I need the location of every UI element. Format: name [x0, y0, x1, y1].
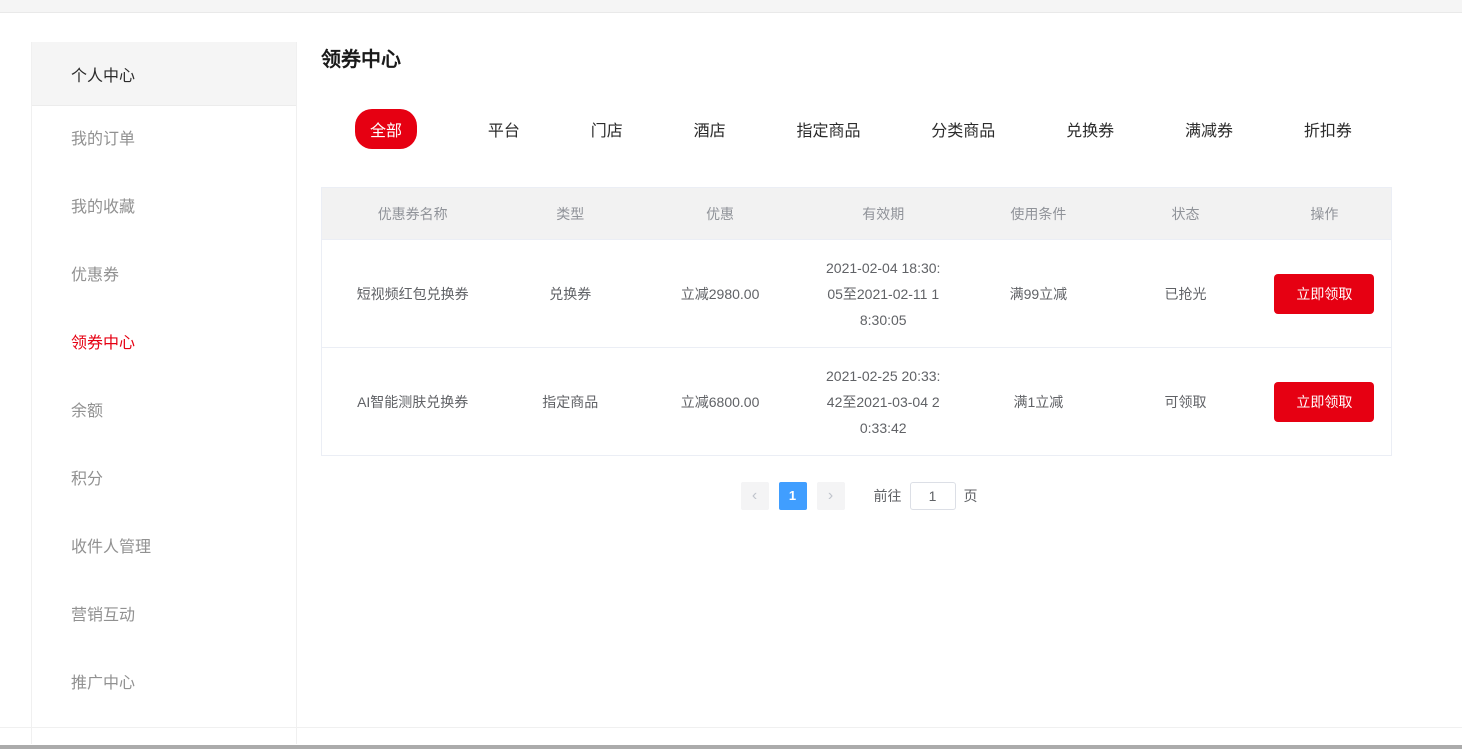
- coupon-condition: 满99立减: [963, 240, 1113, 348]
- tab-platform[interactable]: 平台: [488, 117, 520, 141]
- pagination: ‹ 1 › 前往 页: [321, 482, 1392, 510]
- sidebar-item-promotion-center[interactable]: 推广中心: [32, 650, 296, 718]
- page-number-button[interactable]: 1: [779, 482, 807, 510]
- coupon-name: AI智能测肤兑换券: [322, 348, 504, 456]
- page-title: 领券中心: [321, 48, 1392, 72]
- column-header-validity: 有效期: [803, 188, 964, 240]
- claim-now-button[interactable]: 立即领取: [1274, 382, 1374, 422]
- sidebar-item-points[interactable]: 积分: [32, 446, 296, 514]
- column-header-condition: 使用条件: [963, 188, 1113, 240]
- sidebar-item-recipient-management[interactable]: 收件人管理: [32, 514, 296, 582]
- sidebar-item-marketing-interaction[interactable]: 营销互动: [32, 582, 296, 650]
- tab-store[interactable]: 门店: [591, 117, 623, 141]
- tab-category-goods[interactable]: 分类商品: [931, 117, 995, 141]
- tab-discount-coupon[interactable]: 折扣券: [1304, 117, 1352, 141]
- prev-page-button[interactable]: ‹: [741, 482, 769, 510]
- tab-full-reduction-coupon[interactable]: 满减券: [1185, 117, 1233, 141]
- chevron-left-icon: ‹: [752, 482, 757, 510]
- table-header-row: 优惠券名称 类型 优惠 有效期 使用条件 状态 操作: [322, 188, 1392, 240]
- tab-all[interactable]: 全部: [355, 109, 417, 149]
- page-unit-label: 页: [964, 486, 978, 506]
- coupon-type: 兑换券: [503, 240, 637, 348]
- goto-label: 前往: [874, 486, 902, 506]
- coupon-status: 可领取: [1113, 348, 1257, 456]
- tab-specified-goods[interactable]: 指定商品: [796, 117, 860, 141]
- coupon-validity: 2021-02-04 18:30:05至2021-02-11 18:30:05: [826, 255, 941, 333]
- coupon-name: 短视频红包兑换券: [322, 240, 504, 348]
- chevron-right-icon: ›: [828, 482, 833, 510]
- table-row: AI智能测肤兑换券 指定商品 立减6800.00 2021-02-25 20:3…: [322, 348, 1392, 456]
- coupon-condition: 满1立减: [963, 348, 1113, 456]
- coupon-table: 优惠券名称 类型 优惠 有效期 使用条件 状态 操作 短视频红包兑换券 兑换券 …: [321, 187, 1392, 456]
- top-bar: [0, 0, 1462, 13]
- bottom-scrollbar[interactable]: [0, 745, 1462, 749]
- coupon-type: 指定商品: [503, 348, 637, 456]
- tab-exchange-coupon[interactable]: 兑换券: [1066, 117, 1114, 141]
- column-header-coupon-name: 优惠券名称: [322, 188, 504, 240]
- main-content: 领券中心 全部 平台 门店 酒店 指定商品 分类商品 兑换券 满减券 折扣券 优…: [321, 42, 1392, 510]
- sidebar-item-coupon-center[interactable]: 领券中心: [32, 310, 296, 378]
- next-page-button[interactable]: ›: [817, 482, 845, 510]
- page-bottom-divider: [0, 727, 1462, 728]
- coupon-validity: 2021-02-25 20:33:42至2021-03-04 20:33:42: [826, 363, 941, 441]
- coupon-discount: 立减2980.00: [637, 240, 803, 348]
- sidebar: 个人中心 我的订单 我的收藏 优惠券 领券中心 余额 积分 收件人管理 营销互动…: [31, 42, 297, 744]
- coupon-status: 已抢光: [1113, 240, 1257, 348]
- sidebar-item-balance[interactable]: 余额: [32, 378, 296, 446]
- coupon-type-tabs: 全部 平台 门店 酒店 指定商品 分类商品 兑换券 满减券 折扣券: [321, 109, 1392, 149]
- sidebar-item-coupons[interactable]: 优惠券: [32, 242, 296, 310]
- sidebar-item-favorites[interactable]: 我的收藏: [32, 174, 296, 242]
- column-header-type: 类型: [503, 188, 637, 240]
- column-header-status: 状态: [1113, 188, 1257, 240]
- table-row: 短视频红包兑换券 兑换券 立减2980.00 2021-02-04 18:30:…: [322, 240, 1392, 348]
- sidebar-header-label: 个人中心: [71, 62, 135, 86]
- column-header-action: 操作: [1258, 188, 1392, 240]
- claim-now-button[interactable]: 立即领取: [1274, 274, 1374, 314]
- coupon-discount: 立减6800.00: [637, 348, 803, 456]
- goto-page-input[interactable]: [910, 482, 956, 510]
- tab-hotel[interactable]: 酒店: [694, 117, 726, 141]
- sidebar-item-orders[interactable]: 我的订单: [32, 106, 296, 174]
- sidebar-header-personal-center[interactable]: 个人中心: [32, 42, 296, 106]
- column-header-discount: 优惠: [637, 188, 803, 240]
